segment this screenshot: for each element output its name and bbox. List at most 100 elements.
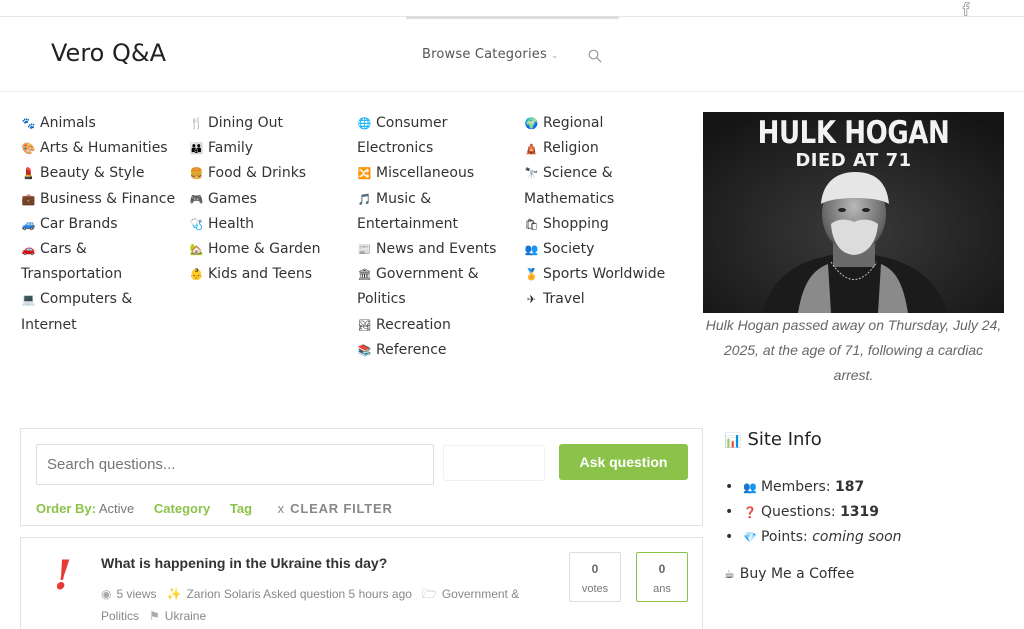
author-icon: ✨ xyxy=(166,587,182,601)
answers-counter: 0 ans xyxy=(636,552,688,602)
category-link[interactable]: 🍔 Food & Drinks xyxy=(189,161,349,186)
question-search-panel: Ask question Order By: Active Category T… xyxy=(20,428,703,526)
site-info-list: 👥Members: 187 ❓Questions: 1319 💎Points: … xyxy=(725,475,902,550)
search-questions-input[interactable] xyxy=(36,444,434,485)
category-label: Society xyxy=(543,241,595,258)
category-label: News and Events xyxy=(376,241,497,258)
filter-bar: Order By: Active Category Tag x CLEAR FIL… xyxy=(36,501,393,516)
category-link[interactable]: 👥 Society xyxy=(524,237,684,262)
category-link[interactable]: 📚 Reference xyxy=(357,338,507,363)
category-link[interactable]: 💻 Computers & Internet xyxy=(21,287,181,337)
category-label: Food & Drinks xyxy=(208,165,307,182)
clear-filter-label: CLEAR FILTER xyxy=(290,501,393,516)
category-filter[interactable]: Category xyxy=(154,501,210,516)
category-link[interactable]: 🏞 Recreation xyxy=(357,313,507,338)
tag-filter[interactable]: Tag xyxy=(230,501,252,516)
featured-caption: Hulk Hogan passed away on Thursday, July… xyxy=(705,317,1002,383)
category-link[interactable]: 🌍 Regional xyxy=(524,111,684,136)
category-label: Kids and Teens xyxy=(208,266,313,283)
category-link[interactable]: 🚙 Car Brands xyxy=(21,212,181,237)
browse-categories-menu[interactable]: Browse Categories ⌄ xyxy=(422,47,559,62)
folder-icon: 🗁 xyxy=(421,587,437,601)
category-link[interactable]: 🔀 Miscellaneous xyxy=(357,161,507,186)
category-label: Regional xyxy=(543,115,604,131)
buy-me-a-coffee-link[interactable]: ☕ Buy Me a Coffee xyxy=(724,566,854,582)
category-link[interactable]: 🎮 Games xyxy=(189,187,349,212)
facebook-icon[interactable] xyxy=(961,2,971,16)
category-link[interactable]: 🏛 Government & Politics xyxy=(357,262,507,312)
category-label: Government & Politics xyxy=(357,266,479,308)
ask-question-button[interactable]: Ask question xyxy=(559,444,688,480)
category-label: Car Brands xyxy=(40,215,118,232)
lipstick-icon: 💄 xyxy=(21,167,36,181)
votes-count: 0 xyxy=(591,562,599,576)
exclamation-icon: ! xyxy=(54,552,72,599)
family-icon: 👪 xyxy=(189,142,204,156)
category-label: Music & Entertainment xyxy=(357,190,459,232)
question-list-item[interactable]: ! What is happening in the Ukraine this … xyxy=(20,537,703,629)
medal-icon: 🏅 xyxy=(524,268,539,282)
earth-icon: 🌍 xyxy=(524,117,539,130)
category-link[interactable]: 🎵 Music & Entertainment xyxy=(357,187,507,237)
members-value: 187 xyxy=(835,479,865,495)
question-title[interactable]: What is happening in the Ukraine this da… xyxy=(101,555,387,571)
questions-stat: ❓Questions: 1319 xyxy=(725,500,902,525)
category-column-4: 🌍 Regional 🛕 Religion 🔭 Science & Mathematics… xyxy=(524,111,684,313)
top-bar xyxy=(0,0,1024,17)
category-label: Animals xyxy=(40,115,96,131)
order-by-label: Order By: xyxy=(36,501,96,516)
close-icon: x xyxy=(277,501,285,516)
browse-categories-label: Browse Categories xyxy=(422,47,547,62)
category-label: Miscellaneous xyxy=(376,165,475,182)
category-link[interactable]: 🏅 Sports Worldwide xyxy=(524,262,684,287)
category-link[interactable]: 📰 News and Events xyxy=(357,237,507,262)
category-link[interactable]: 🛍 Shopping xyxy=(524,212,684,237)
category-link[interactable]: 👶 Kids and Teens xyxy=(189,262,349,287)
category-link[interactable]: 🍴 Dining Out xyxy=(189,111,349,136)
category-link[interactable]: 🚗 Cars & Transportation xyxy=(21,237,181,287)
category-link[interactable]: 👪 Family xyxy=(189,136,349,161)
featured-subheadline: DIED AT 71 xyxy=(795,150,912,171)
category-column-1: 🐾 Animals 🎨 Arts & Humanities 💄 Beauty & Styl… xyxy=(21,111,181,338)
category-label: Health xyxy=(208,215,254,232)
order-by-filter[interactable]: Order By: Active xyxy=(36,501,134,516)
category-link[interactable]: 💄 Beauty & Style xyxy=(21,161,181,186)
clear-filter-button[interactable]: x CLEAR FILTER xyxy=(278,501,393,516)
laptop-icon: 💻 xyxy=(21,293,36,307)
category-link[interactable]: 🐾 Animals xyxy=(21,111,181,136)
question-author-action[interactable]: Zarion Solaris Asked question 5 hours ag… xyxy=(186,587,411,601)
search-icon[interactable] xyxy=(588,49,602,63)
books-icon: 📚 xyxy=(357,343,372,357)
shopping-bags-icon: 🛍 xyxy=(524,217,539,231)
category-link[interactable]: 🌐 Consumer Electronics xyxy=(357,111,507,161)
site-logo[interactable]: Vero Q&A xyxy=(51,39,166,67)
category-label: Reference xyxy=(376,341,447,358)
people-icon: 👥 xyxy=(743,481,757,494)
category-label: Cars & Transportation xyxy=(21,241,123,283)
temple-icon: 🛕 xyxy=(524,142,539,156)
search-submit-button[interactable] xyxy=(443,445,545,481)
category-link[interactable]: 💼 Business & Finance xyxy=(21,187,181,212)
fork-knife-icon: 🍴 xyxy=(189,117,204,130)
category-link[interactable]: 🎨 Arts & Humanities xyxy=(21,136,181,161)
question-tag[interactable]: Ukraine xyxy=(165,609,206,623)
featured-news-image[interactable]: HULK HOGAN DIED AT 71 xyxy=(703,112,1004,313)
chevron-down-icon: ⌄ xyxy=(550,51,559,61)
category-link[interactable]: 🩺 Health xyxy=(189,212,349,237)
category-label: Religion xyxy=(543,140,599,157)
answers-count: 0 xyxy=(658,562,666,576)
category-link[interactable]: 🛕 Religion xyxy=(524,136,684,161)
car-icon: 🚙 xyxy=(21,217,36,231)
points-label: Points: xyxy=(760,529,808,545)
red-car-icon: 🚗 xyxy=(21,243,36,257)
category-link[interactable]: ✈ Travel xyxy=(524,287,684,312)
category-label: Computers & Internet xyxy=(21,291,133,333)
category-link[interactable]: 🏡 Home & Garden xyxy=(189,237,349,262)
palette-icon: 🎨 xyxy=(21,142,36,156)
coffee-icon: ☕ xyxy=(724,567,735,581)
votes-label: votes xyxy=(581,583,609,595)
category-link[interactable]: 🔭 Science & Mathematics xyxy=(524,161,684,211)
category-label: Family xyxy=(208,140,254,157)
site-header: Vero Q&A Browse Categories ⌄ xyxy=(0,17,1024,92)
answers-label: ans xyxy=(653,583,671,595)
